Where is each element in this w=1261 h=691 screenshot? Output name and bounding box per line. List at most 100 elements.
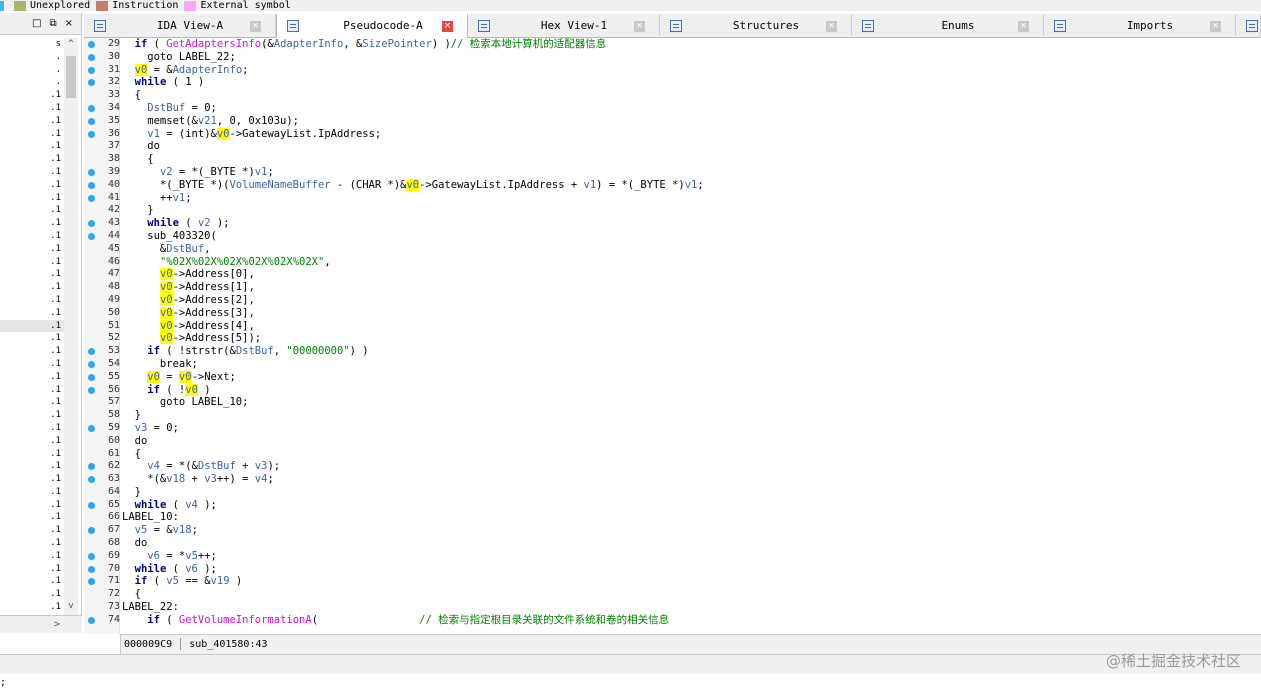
close-icon[interactable]: × <box>826 21 837 32</box>
function-list-item[interactable]: .1 <box>0 486 64 499</box>
code-line[interactable]: 64 } <box>84 486 1261 499</box>
function-list-item[interactable]: .1 <box>0 537 64 550</box>
breakpoint-dot-icon[interactable] <box>88 41 95 48</box>
breakpoint-dot-icon[interactable] <box>88 501 95 509</box>
code-line[interactable]: 43 while ( v2 ); <box>84 217 1261 230</box>
function-list-item[interactable]: .1 <box>0 409 64 422</box>
code-line[interactable]: 66 LABEL_10: <box>84 511 1261 524</box>
float-icon[interactable]: ⧉ <box>49 18 56 29</box>
functions-vertical-scrollbar[interactable]: ^ v <box>64 38 78 626</box>
function-list-item[interactable]: .1 <box>0 435 64 448</box>
breakpoint-dot-icon[interactable] <box>88 476 95 484</box>
breakpoint-dot-icon[interactable] <box>88 181 95 189</box>
function-list-item[interactable]: . <box>0 51 64 64</box>
function-list-item[interactable]: .1 <box>0 256 64 269</box>
close-icon[interactable]: × <box>250 21 261 32</box>
code-line[interactable]: 37 do <box>84 140 1261 153</box>
function-list-item[interactable]: .1 <box>0 448 64 461</box>
code-line[interactable]: 54 break; <box>84 358 1261 371</box>
code-line[interactable]: 35 memset(&v21, 0, 0x103u); <box>84 115 1261 128</box>
code-line[interactable]: 53 if ( !strstr(&DstBuf, "00000000") ) <box>84 345 1261 358</box>
tab-exports-partial[interactable] <box>1236 14 1261 38</box>
function-list-item[interactable]: .1 <box>0 89 64 102</box>
code-line[interactable]: 55 v0 = v0->Next; <box>84 370 1261 384</box>
breakpoint-dot-icon[interactable] <box>88 348 95 356</box>
breakpoint-dot-icon[interactable] <box>88 616 95 624</box>
function-list-item[interactable]: .1 <box>0 422 64 435</box>
code-line[interactable]: 42 } <box>84 204 1261 217</box>
breakpoint-dot-icon[interactable] <box>88 360 95 368</box>
function-list-item[interactable]: .1 <box>0 358 64 371</box>
function-list-item[interactable]: .1 <box>0 179 64 192</box>
breakpoint-dot-icon[interactable] <box>88 386 95 394</box>
code-lines[interactable]: 29 if ( GetAdaptersInfo(&AdapterInfo, &S… <box>84 38 1261 627</box>
code-line[interactable]: 44 sub_403320( <box>84 230 1261 243</box>
breakpoint-dot-icon[interactable] <box>88 79 95 87</box>
function-list-item[interactable]: .1 <box>0 153 64 166</box>
code-line[interactable]: 38 { <box>84 153 1261 166</box>
code-line[interactable]: 68 do <box>84 537 1261 550</box>
function-list-item[interactable]: .1 <box>0 192 64 205</box>
function-list-item[interactable]: .1 <box>0 460 64 473</box>
function-list-item[interactable]: .1 <box>0 281 64 294</box>
code-line[interactable]: 51 v0->Address[4], <box>84 319 1261 333</box>
function-list-item[interactable]: .1 <box>0 319 64 333</box>
function-list-item[interactable]: .1 <box>0 217 64 230</box>
code-line[interactable]: 29 if ( GetAdaptersInfo(&AdapterInfo, &S… <box>84 38 1261 51</box>
breakpoint-dot-icon[interactable] <box>88 104 95 112</box>
function-list-item[interactable]: .1 <box>0 294 64 307</box>
tab-imports[interactable]: Imports × <box>1044 14 1236 38</box>
pseudocode-view[interactable]: 29 if ( GetAdaptersInfo(&AdapterInfo, &S… <box>84 38 1261 634</box>
code-line[interactable]: 33 { <box>84 89 1261 102</box>
breakpoint-dot-icon[interactable] <box>88 66 95 74</box>
function-list-item[interactable]: .1 <box>0 384 64 397</box>
function-list-item[interactable]: . <box>0 64 64 77</box>
breakpoint-dot-icon[interactable] <box>88 552 95 560</box>
code-line[interactable]: 73 LABEL_22: <box>84 601 1261 614</box>
tab-ida-view-a[interactable]: IDA View-A × <box>84 14 276 38</box>
code-line[interactable]: 31 v0 = &AdapterInfo; <box>84 63 1261 77</box>
breakpoint-dot-icon[interactable] <box>88 527 95 535</box>
breakpoint-dot-icon[interactable] <box>88 194 95 202</box>
function-list-item[interactable]: .1 <box>0 243 64 256</box>
code-line[interactable]: 59 v3 = 0; <box>84 422 1261 435</box>
function-list-item[interactable]: .1 <box>0 473 64 486</box>
close-icon[interactable]: × <box>65 18 73 29</box>
code-line[interactable]: 34 DstBuf = 0; <box>84 102 1261 115</box>
restore-icon[interactable]: □ <box>32 18 41 29</box>
breakpoint-dot-icon[interactable] <box>88 463 95 471</box>
tab-structures[interactable]: Structures × <box>660 14 852 38</box>
tab-pseudocode-a[interactable]: Pseudocode-A × <box>276 14 468 38</box>
code-line[interactable]: 39 v2 = *(_BYTE *)v1; <box>84 166 1261 179</box>
code-line[interactable]: 50 v0->Address[3], <box>84 306 1261 320</box>
close-icon[interactable]: × <box>1018 21 1029 32</box>
function-list-item[interactable]: .1 <box>0 511 64 524</box>
function-list-item[interactable]: .1 <box>0 396 64 409</box>
code-line[interactable]: 62 v4 = *(&DstBuf + v3); <box>84 460 1261 473</box>
breakpoint-dot-icon[interactable] <box>88 220 95 228</box>
function-list-item[interactable]: .1 <box>0 115 64 128</box>
breakpoint-dot-icon[interactable] <box>88 424 95 432</box>
scroll-right-icon[interactable]: > <box>54 619 60 630</box>
function-list-item[interactable]: . <box>0 76 64 89</box>
code-line[interactable]: 60 do <box>84 435 1261 448</box>
code-line[interactable]: 63 *(&v18 + v3++) = v4; <box>84 473 1261 486</box>
function-list-item[interactable]: .1 <box>0 166 64 179</box>
breakpoint-dot-icon[interactable] <box>88 168 95 176</box>
close-icon[interactable]: × <box>1210 21 1221 32</box>
functions-horizontal-scrollbar[interactable]: > <box>0 615 82 633</box>
function-list-item[interactable]: .1 <box>0 268 64 281</box>
function-list-item[interactable]: .1 <box>0 307 64 320</box>
code-line[interactable]: 52 v0->Address[5]); <box>84 332 1261 345</box>
breakpoint-dot-icon[interactable] <box>88 565 95 573</box>
breakpoint-dot-icon[interactable] <box>88 232 95 240</box>
code-line[interactable]: 30 goto LABEL_22; <box>84 51 1261 64</box>
code-line[interactable]: 57 goto LABEL_10; <box>84 396 1261 409</box>
code-line[interactable]: 71 if ( v5 == &v19 ) <box>84 575 1261 588</box>
function-list-item[interactable]: .1 <box>0 550 64 563</box>
function-list-item[interactable]: .1 <box>0 575 64 588</box>
function-list-item[interactable]: .1 <box>0 230 64 243</box>
code-line[interactable]: 47 v0->Address[0], <box>84 268 1261 281</box>
scroll-thumb[interactable] <box>66 56 76 98</box>
code-line[interactable]: 72 { <box>84 588 1261 601</box>
